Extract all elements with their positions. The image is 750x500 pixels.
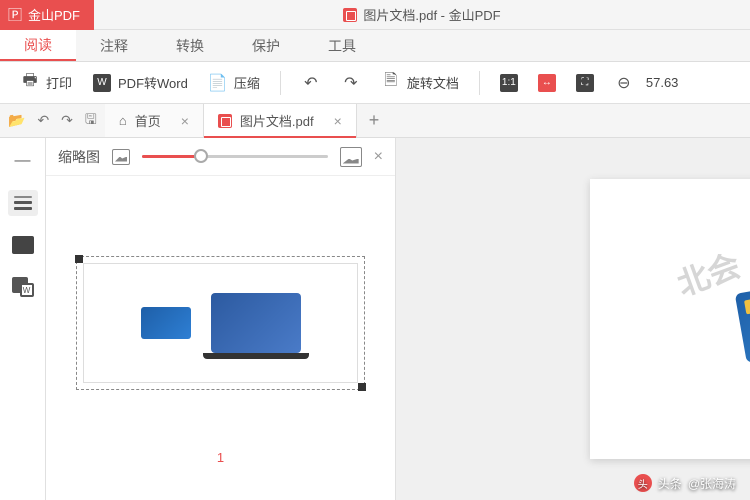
close-tab-icon[interactable]: ×: [181, 113, 189, 129]
toolbar: 🖶 打印 W PDF转Word 📄 压缩 ↶ ↷ 🗎 旋转文档 1:1 ↔ ⛶ …: [0, 62, 750, 104]
thumbnail-size-slider[interactable]: [142, 155, 328, 158]
pdf-logo-icon: 🄿: [8, 5, 22, 25]
quick-tools: 📂 ↶ ↷ 🖫: [0, 104, 105, 137]
rail-thumbnails-button[interactable]: [8, 190, 38, 216]
list-icon: [14, 196, 32, 210]
menu-bar: 阅读 注释 转换 保护 工具: [0, 30, 750, 62]
pdf-file-icon: [218, 114, 232, 128]
credit-card-graphic: [735, 275, 750, 363]
attachment-icon: W: [12, 277, 34, 297]
app-name: 金山PDF: [28, 5, 80, 24]
save-icon[interactable]: 🖫: [85, 109, 97, 133]
thumbnail-panel: 缩略图 × 1: [46, 138, 396, 500]
fit-page-icon: ⛶: [576, 74, 594, 92]
rail-bookmarks-button[interactable]: [8, 232, 38, 258]
image-large-icon[interactable]: [340, 147, 362, 167]
attribution: 头 头条 @张海涛: [634, 474, 736, 492]
window-title: 图片文档.pdf - 金山PDF: [94, 5, 750, 24]
sidebar-rail: — W: [0, 138, 46, 500]
fit-actual-button[interactable]: 1:1: [492, 70, 526, 96]
title-bar: 🄿 金山PDF 图片文档.pdf - 金山PDF: [0, 0, 750, 30]
rotate-doc-button[interactable]: 🗎 旋转文档: [373, 69, 467, 97]
toutiao-icon: 头: [634, 474, 652, 492]
menu-convert[interactable]: 转换: [152, 30, 228, 61]
thumbnail-image: [83, 263, 358, 383]
rotate-left-icon: ↶: [301, 73, 321, 93]
menu-read[interactable]: 阅读: [0, 30, 76, 61]
new-tab-button[interactable]: +: [357, 104, 392, 137]
fit-page-button[interactable]: ⛶: [568, 70, 602, 96]
image-small-icon[interactable]: [112, 149, 130, 165]
print-icon: 🖶: [20, 73, 40, 93]
tab-document[interactable]: 图片文档.pdf ×: [204, 104, 357, 137]
slider-thumb[interactable]: [194, 149, 208, 163]
print-button[interactable]: 🖶 打印: [12, 69, 80, 97]
menu-protect[interactable]: 保护: [228, 30, 304, 61]
tab-home[interactable]: ⌂ 首页 ×: [105, 104, 204, 137]
bookmark-icon: [12, 236, 34, 254]
divider: [479, 71, 480, 95]
menu-tools[interactable]: 工具: [304, 30, 380, 61]
thumbnail-page-1[interactable]: [76, 256, 365, 390]
thumbnail-header: 缩略图 ×: [46, 138, 395, 176]
fit-actual-icon: 1:1: [500, 74, 518, 92]
document-page: [590, 179, 750, 459]
document-view[interactable]: 北会: [396, 138, 750, 500]
laptop-graphic: [211, 293, 301, 353]
close-panel-icon[interactable]: ×: [374, 148, 383, 166]
rail-attachments-button[interactable]: W: [8, 274, 38, 300]
thumbnail-list: 1: [46, 176, 395, 500]
pdf-file-icon: [343, 8, 357, 22]
app-logo: 🄿 金山PDF: [0, 0, 94, 30]
menu-annotate[interactable]: 注释: [76, 30, 152, 61]
fit-width-button[interactable]: ↔: [530, 70, 564, 96]
open-icon[interactable]: 📂: [8, 112, 25, 129]
close-tab-icon[interactable]: ×: [334, 113, 342, 129]
rotate-left-button[interactable]: ↶: [293, 69, 329, 97]
rotate-right-button[interactable]: ↷: [333, 69, 369, 97]
fit-width-icon: ↔: [538, 74, 556, 92]
divider: [280, 71, 281, 95]
zoom-value[interactable]: 57.63: [646, 75, 679, 90]
undo-icon[interactable]: ↶: [37, 112, 49, 129]
word-icon: W: [92, 73, 112, 93]
redo-icon[interactable]: ↷: [61, 112, 73, 129]
rotate-doc-icon: 🗎: [381, 73, 401, 93]
card-graphic: [141, 307, 191, 339]
zoom-out-button[interactable]: ⊖: [606, 69, 642, 97]
rail-collapse-button[interactable]: —: [8, 148, 38, 174]
tab-bar: 📂 ↶ ↷ 🖫 ⌂ 首页 × 图片文档.pdf × +: [0, 104, 750, 138]
workspace: — W 缩略图 ×: [0, 138, 750, 500]
rotate-right-icon: ↷: [341, 73, 361, 93]
zoom-out-icon: ⊖: [614, 73, 634, 93]
page-graphic: [710, 274, 750, 364]
compress-icon: 📄: [208, 73, 228, 93]
thumbnail-title: 缩略图: [58, 147, 100, 167]
home-icon: ⌂: [119, 113, 127, 128]
compress-button[interactable]: 📄 压缩: [200, 69, 268, 97]
pdf-to-word-button[interactable]: W PDF转Word: [84, 69, 196, 97]
page-number: 1: [76, 450, 365, 465]
